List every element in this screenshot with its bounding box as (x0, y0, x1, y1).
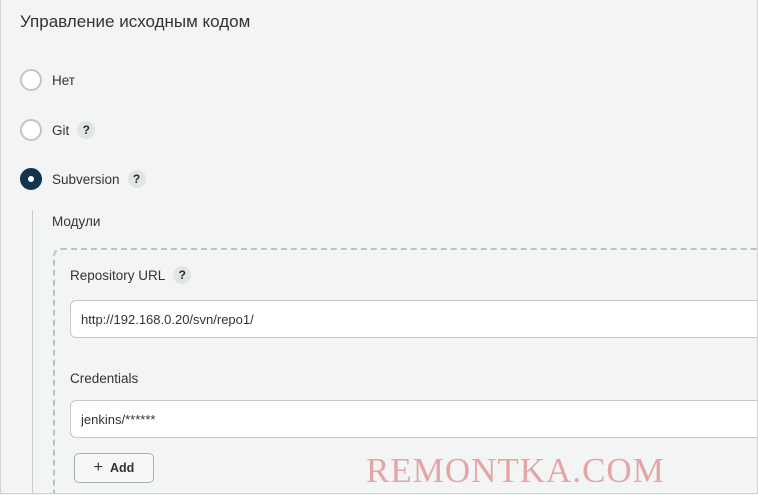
add-credentials-button[interactable]: + Add (74, 453, 154, 483)
radio-none[interactable] (20, 69, 42, 91)
help-icon[interactable]: ? (127, 170, 146, 188)
section-title: Управление исходным кодом (20, 12, 251, 31)
help-icon[interactable]: ? (77, 121, 96, 139)
scm-option-git[interactable]: Git ? (20, 118, 96, 142)
radio-subversion[interactable] (20, 168, 42, 190)
repository-url-input[interactable] (70, 300, 757, 338)
scm-option-subversion[interactable]: Subversion ? (20, 167, 146, 191)
repository-url-label-row: Repository URL ? (70, 266, 192, 284)
add-button-label: Add (110, 461, 135, 475)
radio-git[interactable] (20, 119, 42, 141)
scm-option-none-label: Нет (52, 72, 75, 88)
credentials-label-row: Credentials (70, 371, 138, 386)
modules-label: Модули (52, 214, 101, 229)
credentials-label: Credentials (70, 371, 139, 386)
scm-option-none[interactable]: Нет (20, 68, 75, 92)
scm-panel: Управление исходным кодом Нет Git ? Subv… (0, 0, 758, 494)
repository-url-label: Repository URL (70, 267, 166, 283)
plus-icon: + (93, 459, 104, 476)
credentials-select[interactable] (70, 400, 757, 438)
scm-option-git-label: Git (52, 122, 70, 138)
scm-option-subversion-label: Subversion (52, 171, 120, 187)
nested-section-divider (32, 210, 33, 493)
module-container (53, 248, 757, 493)
help-icon[interactable]: ? (173, 266, 192, 284)
